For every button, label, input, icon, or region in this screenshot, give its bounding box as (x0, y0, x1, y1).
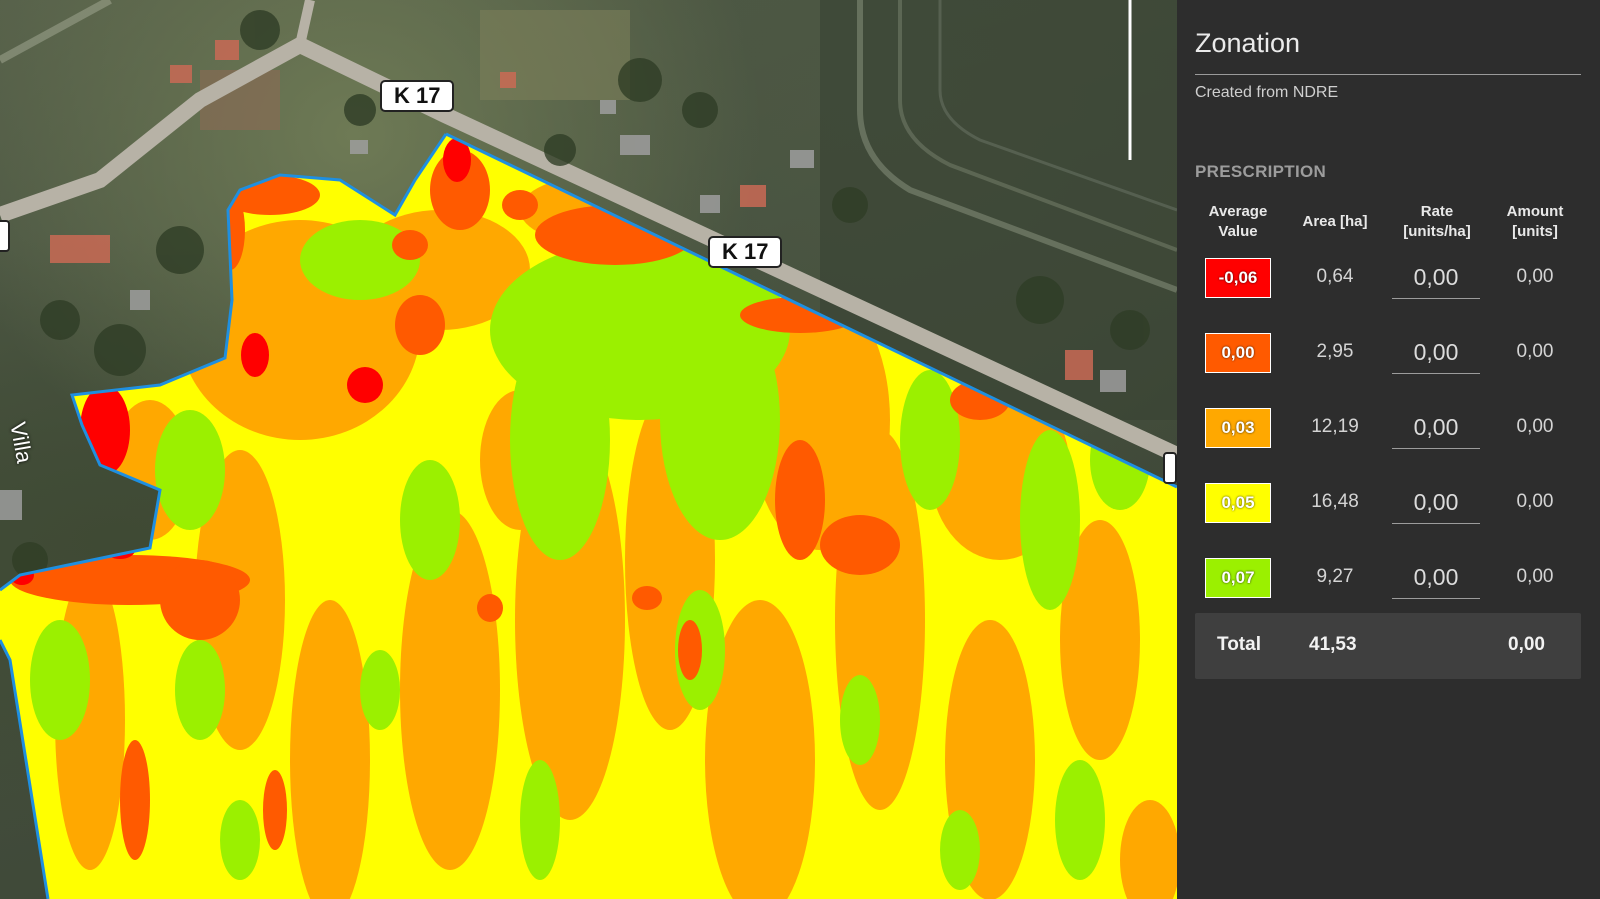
prescription-section-label: PRESCRIPTION (1195, 162, 1327, 181)
road-label-k17-second: K 17 (708, 236, 783, 268)
panel-subtitle: Created from NDRE (1195, 84, 1339, 101)
zone-value-badge: 0,00 (1205, 333, 1271, 373)
road-label-k17: K 17 (380, 80, 455, 112)
zone-area: 2,95 (1316, 341, 1354, 362)
prescription-row: 0,05 16,48 0,00 (1177, 477, 1600, 551)
title-divider (1195, 74, 1581, 75)
zone-area: 0,64 (1316, 266, 1354, 287)
column-header-amount: Amount [units] (1506, 203, 1564, 240)
column-header-area: Area [ha] (1302, 213, 1368, 230)
prescription-row: -0,06 0,64 0,00 (1177, 252, 1600, 326)
column-header-rate: Rate [units/ha] (1403, 203, 1471, 240)
zone-amount: 0,00 (1516, 266, 1554, 287)
zone-area: 12,19 (1311, 416, 1359, 437)
rate-input[interactable] (1392, 556, 1480, 599)
panel-title: Zonation (1195, 28, 1301, 58)
zone-value-badge: 0,05 (1205, 483, 1271, 523)
rate-input[interactable] (1392, 481, 1480, 524)
total-label: Total (1217, 634, 1261, 655)
zone-amount: 0,00 (1516, 416, 1554, 437)
rate-input[interactable] (1392, 256, 1480, 299)
satellite-map[interactable]: K 17 K 17 Villa (0, 0, 1177, 899)
prescription-row: 0,00 2,95 0,00 (1177, 327, 1600, 401)
zone-value-badge: 0,03 (1205, 408, 1271, 448)
rate-input[interactable] (1392, 406, 1480, 449)
zone-amount: 0,00 (1516, 491, 1554, 512)
column-header-average-value: Average Value (1208, 203, 1268, 240)
map-edge-tab-left[interactable] (0, 220, 10, 252)
map-edge-tab-right[interactable] (1163, 452, 1177, 484)
total-row: Total 41,53 0,00 (1195, 613, 1581, 679)
map-canvas[interactable] (0, 0, 1177, 899)
rate-input[interactable] (1392, 331, 1480, 374)
total-area: 41,53 (1309, 634, 1357, 655)
zone-value-badge: -0,06 (1205, 258, 1271, 298)
zone-area: 16,48 (1311, 491, 1359, 512)
total-amount: 0,00 (1508, 634, 1545, 655)
zone-area: 9,27 (1316, 566, 1354, 587)
zone-value-badge: 0,07 (1205, 558, 1271, 598)
zone-amount: 0,00 (1516, 566, 1554, 587)
prescription-row: 0,03 12,19 0,00 (1177, 402, 1600, 476)
zone-amount: 0,00 (1516, 341, 1554, 362)
zonation-panel: Zonation Created from NDRE PRESCRIPTION … (1177, 0, 1600, 899)
